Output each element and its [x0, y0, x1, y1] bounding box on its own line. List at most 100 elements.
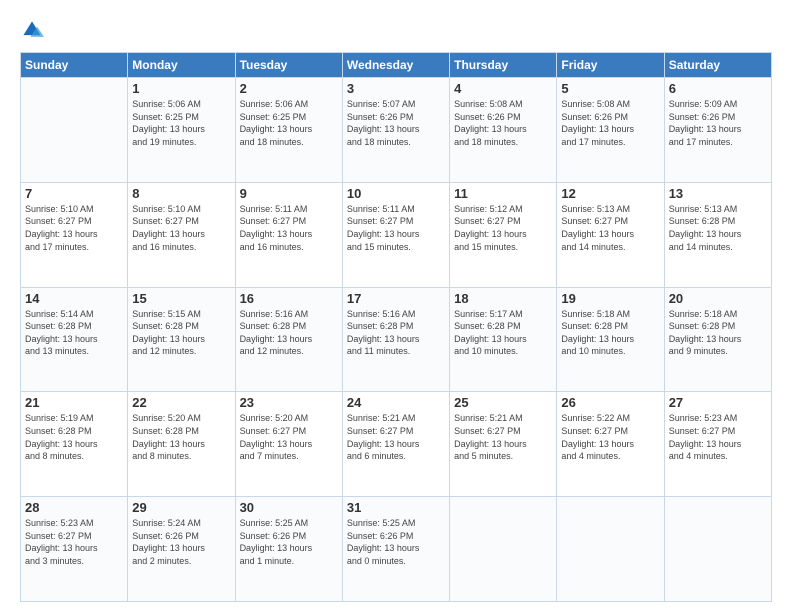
day-number: 19: [561, 291, 659, 306]
calendar-cell: 28Sunrise: 5:23 AM Sunset: 6:27 PM Dayli…: [21, 497, 128, 602]
calendar-cell: 5 Sunrise: 5:08 AM Sunset: 6:26 PM Daylig…: [557, 78, 664, 183]
day-info: Sunrise: 5:10 AM Sunset: 6:27 PM Dayligh…: [132, 203, 230, 253]
calendar-table: SundayMondayTuesdayWednesdayThursdayFrid…: [20, 52, 772, 602]
day-number: 15: [132, 291, 230, 306]
day-number: 29: [132, 500, 230, 515]
day-info: Sunrise: 5:20 AM Sunset: 6:28 PM Dayligh…: [132, 412, 230, 462]
day-number: 12: [561, 186, 659, 201]
calendar-cell: 1 Sunrise: 5:06 AM Sunset: 6:25 PM Daylig…: [128, 78, 235, 183]
day-info: Sunrise: 5:14 AM Sunset: 6:28 PM Dayligh…: [25, 308, 123, 358]
day-info: Sunrise: 5:09 AM Sunset: 6:26 PM Dayligh…: [669, 98, 767, 148]
calendar-day-header: Sunday: [21, 53, 128, 78]
day-number: 3: [347, 81, 445, 96]
day-number: 2: [240, 81, 338, 96]
calendar-cell: 26 Sunrise: 5:22 AM Sunset: 6:27 PM Dayli…: [557, 392, 664, 497]
calendar-cell: 11Sunrise: 5:12 AM Sunset: 6:27 PM Dayli…: [450, 182, 557, 287]
day-info: Sunrise: 5:11 AM Sunset: 6:27 PM Dayligh…: [240, 203, 338, 253]
day-info: Sunrise: 5:24 AM Sunset: 6:26 PM Dayligh…: [132, 517, 230, 567]
calendar-cell: 30 Sunrise: 5:25 AM Sunset: 6:26 PM Dayli…: [235, 497, 342, 602]
calendar-cell: 4 Sunrise: 5:08 AM Sunset: 6:26 PM Daylig…: [450, 78, 557, 183]
calendar-day-header: Saturday: [664, 53, 771, 78]
day-info: Sunrise: 5:25 AM Sunset: 6:26 PM Dayligh…: [240, 517, 338, 567]
day-info: Sunrise: 5:06 AM Sunset: 6:25 PM Dayligh…: [132, 98, 230, 148]
day-info: Sunrise: 5:12 AM Sunset: 6:27 PM Dayligh…: [454, 203, 552, 253]
day-number: 8: [132, 186, 230, 201]
calendar-day-header: Thursday: [450, 53, 557, 78]
day-number: 16: [240, 291, 338, 306]
calendar-cell: 10 Sunrise: 5:11 AM Sunset: 6:27 PM Dayli…: [342, 182, 449, 287]
day-info: Sunrise: 5:17 AM Sunset: 6:28 PM Dayligh…: [454, 308, 552, 358]
day-number: 5: [561, 81, 659, 96]
day-info: Sunrise: 5:08 AM Sunset: 6:26 PM Dayligh…: [454, 98, 552, 148]
calendar-cell: 15 Sunrise: 5:15 AM Sunset: 6:28 PM Dayli…: [128, 287, 235, 392]
calendar-cell: 8 Sunrise: 5:10 AM Sunset: 6:27 PM Daylig…: [128, 182, 235, 287]
calendar-week-row: 21Sunrise: 5:19 AM Sunset: 6:28 PM Dayli…: [21, 392, 772, 497]
calendar-cell: 9 Sunrise: 5:11 AM Sunset: 6:27 PM Daylig…: [235, 182, 342, 287]
calendar-cell: 12 Sunrise: 5:13 AM Sunset: 6:27 PM Dayli…: [557, 182, 664, 287]
calendar-cell: 7Sunrise: 5:10 AM Sunset: 6:27 PM Daylig…: [21, 182, 128, 287]
day-number: 23: [240, 395, 338, 410]
day-info: Sunrise: 5:11 AM Sunset: 6:27 PM Dayligh…: [347, 203, 445, 253]
calendar-cell: 24 Sunrise: 5:21 AM Sunset: 6:27 PM Dayli…: [342, 392, 449, 497]
calendar-day-header: Wednesday: [342, 53, 449, 78]
day-info: Sunrise: 5:19 AM Sunset: 6:28 PM Dayligh…: [25, 412, 123, 462]
day-number: 25: [454, 395, 552, 410]
calendar-cell: 19 Sunrise: 5:18 AM Sunset: 6:28 PM Dayli…: [557, 287, 664, 392]
day-number: 9: [240, 186, 338, 201]
calendar-cell: 27 Sunrise: 5:23 AM Sunset: 6:27 PM Dayli…: [664, 392, 771, 497]
day-number: 13: [669, 186, 767, 201]
calendar-week-row: 28Sunrise: 5:23 AM Sunset: 6:27 PM Dayli…: [21, 497, 772, 602]
day-number: 6: [669, 81, 767, 96]
day-number: 17: [347, 291, 445, 306]
day-info: Sunrise: 5:25 AM Sunset: 6:26 PM Dayligh…: [347, 517, 445, 567]
day-info: Sunrise: 5:23 AM Sunset: 6:27 PM Dayligh…: [669, 412, 767, 462]
day-info: Sunrise: 5:13 AM Sunset: 6:28 PM Dayligh…: [669, 203, 767, 253]
day-info: Sunrise: 5:07 AM Sunset: 6:26 PM Dayligh…: [347, 98, 445, 148]
calendar-cell: [450, 497, 557, 602]
calendar-cell: 18Sunrise: 5:17 AM Sunset: 6:28 PM Dayli…: [450, 287, 557, 392]
calendar-cell: 25Sunrise: 5:21 AM Sunset: 6:27 PM Dayli…: [450, 392, 557, 497]
calendar-cell: 21Sunrise: 5:19 AM Sunset: 6:28 PM Dayli…: [21, 392, 128, 497]
day-info: Sunrise: 5:22 AM Sunset: 6:27 PM Dayligh…: [561, 412, 659, 462]
calendar-cell: 2 Sunrise: 5:06 AM Sunset: 6:25 PM Daylig…: [235, 78, 342, 183]
day-info: Sunrise: 5:20 AM Sunset: 6:27 PM Dayligh…: [240, 412, 338, 462]
day-info: Sunrise: 5:21 AM Sunset: 6:27 PM Dayligh…: [347, 412, 445, 462]
day-number: 10: [347, 186, 445, 201]
calendar-cell: 3 Sunrise: 5:07 AM Sunset: 6:26 PM Daylig…: [342, 78, 449, 183]
calendar-cell: 23 Sunrise: 5:20 AM Sunset: 6:27 PM Dayli…: [235, 392, 342, 497]
logo-icon: [20, 18, 44, 42]
calendar-day-header: Monday: [128, 53, 235, 78]
day-number: 1: [132, 81, 230, 96]
day-number: 24: [347, 395, 445, 410]
day-number: 26: [561, 395, 659, 410]
page-header: [20, 18, 772, 42]
calendar-week-row: 14 Sunrise: 5:14 AM Sunset: 6:28 PM Dayli…: [21, 287, 772, 392]
day-info: Sunrise: 5:08 AM Sunset: 6:26 PM Dayligh…: [561, 98, 659, 148]
day-info: Sunrise: 5:15 AM Sunset: 6:28 PM Dayligh…: [132, 308, 230, 358]
day-info: Sunrise: 5:18 AM Sunset: 6:28 PM Dayligh…: [669, 308, 767, 358]
calendar-day-header: Friday: [557, 53, 664, 78]
calendar-week-row: 1 Sunrise: 5:06 AM Sunset: 6:25 PM Daylig…: [21, 78, 772, 183]
calendar-cell: [557, 497, 664, 602]
calendar-cell: 31 Sunrise: 5:25 AM Sunset: 6:26 PM Dayli…: [342, 497, 449, 602]
calendar-cell: 20Sunrise: 5:18 AM Sunset: 6:28 PM Dayli…: [664, 287, 771, 392]
day-info: Sunrise: 5:16 AM Sunset: 6:28 PM Dayligh…: [347, 308, 445, 358]
day-info: Sunrise: 5:13 AM Sunset: 6:27 PM Dayligh…: [561, 203, 659, 253]
calendar-cell: 17 Sunrise: 5:16 AM Sunset: 6:28 PM Dayli…: [342, 287, 449, 392]
calendar-header-row: SundayMondayTuesdayWednesdayThursdayFrid…: [21, 53, 772, 78]
day-number: 27: [669, 395, 767, 410]
logo: [20, 18, 48, 42]
day-info: Sunrise: 5:18 AM Sunset: 6:28 PM Dayligh…: [561, 308, 659, 358]
day-number: 22: [132, 395, 230, 410]
calendar-cell: 14 Sunrise: 5:14 AM Sunset: 6:28 PM Dayli…: [21, 287, 128, 392]
calendar-cell: 16Sunrise: 5:16 AM Sunset: 6:28 PM Dayli…: [235, 287, 342, 392]
calendar-cell: [664, 497, 771, 602]
day-number: 14: [25, 291, 123, 306]
calendar-week-row: 7 Sunrise: 5:10 AM Sunset: 6:27 PM Daylig…: [21, 182, 772, 287]
day-info: Sunrise: 5:06 AM Sunset: 6:25 PM Dayligh…: [240, 98, 338, 148]
day-number: 30: [240, 500, 338, 515]
day-number: 4: [454, 81, 552, 96]
day-number: 7: [25, 186, 123, 201]
calendar-cell: 13 Sunrise: 5:13 AM Sunset: 6:28 PM Dayli…: [664, 182, 771, 287]
day-number: 31: [347, 500, 445, 515]
